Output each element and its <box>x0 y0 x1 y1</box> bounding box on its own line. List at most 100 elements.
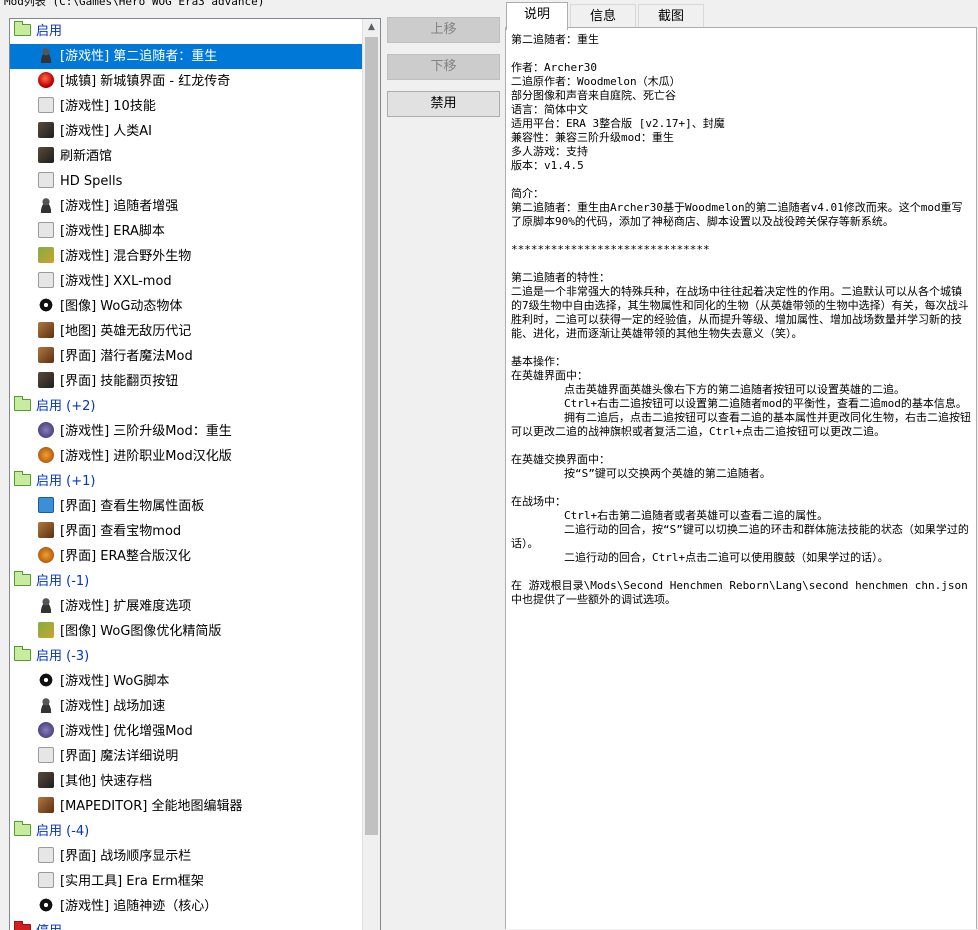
tree-item[interactable]: [界面] 战场顺序显示栏 <box>10 844 362 869</box>
tab-info[interactable]: 信息 <box>570 4 636 28</box>
description-panel[interactable]: 第二追随者：重生 作者：Archer30 二追原作者：Woodmelon（木瓜）… <box>505 27 977 929</box>
tree-item-label: [其他] 快速存档 <box>60 774 153 789</box>
tree-item[interactable]: [游戏性] WoG脚本 <box>10 669 362 694</box>
tree-group[interactable]: 停用 <box>10 919 362 930</box>
save-icon <box>38 772 54 788</box>
panel-icon <box>38 497 54 513</box>
tree-item[interactable]: [实用工具] Era Erm框架 <box>10 869 362 894</box>
tree-item[interactable]: 刷新酒馆 <box>10 144 362 169</box>
tree-item-label: [实用工具] Era Erm框架 <box>60 874 204 889</box>
folder-red-icon <box>14 921 31 930</box>
tree-item[interactable]: [图像] WoG图像优化精简版 <box>10 619 362 644</box>
tree-item[interactable]: [游戏性] XXL-mod <box>10 269 362 294</box>
eye-icon <box>38 297 54 313</box>
red-dragon-icon <box>38 72 54 88</box>
move-up-button[interactable]: 上移 <box>387 17 500 43</box>
tree-item[interactable]: [游戏性] 战场加速 <box>10 694 362 719</box>
tab-description[interactable]: 说明 <box>506 2 568 30</box>
tree-item-label: [游戏性] ERA脚本 <box>60 224 165 239</box>
tree-item[interactable]: [图像] WoG动态物体 <box>10 294 362 319</box>
tree-item[interactable]: [界面] 查看宝物mod <box>10 519 362 544</box>
tree-group-label: 启用 (-4) <box>36 824 90 839</box>
mod-list-caption: Mod列表 (C:\Games\Hero WOG Era3 advance) <box>4 0 265 8</box>
tree-item-label: [城镇] 新城镇界面 - 红龙传奇 <box>60 74 231 89</box>
eye-icon <box>38 672 54 688</box>
tree-group[interactable]: 启用 <box>10 19 362 44</box>
folder-icon <box>14 646 31 661</box>
tree-group[interactable]: 启用 (-1) <box>10 569 362 594</box>
tree-item[interactable]: [游戏性] 追随者增强 <box>10 194 362 219</box>
tree-item[interactable]: [游戏性] 进阶职业Mod汉化版 <box>10 444 362 469</box>
tavern-icon <box>38 147 54 163</box>
tree-item[interactable]: [游戏性] 追随神迹（核心） <box>10 894 362 919</box>
chronicles-icon <box>38 322 54 338</box>
tree-item[interactable]: [游戏性] ERA脚本 <box>10 219 362 244</box>
blank-icon <box>38 747 54 763</box>
tree-item[interactable]: [其他] 快速存档 <box>10 769 362 794</box>
tree-group[interactable]: 启用 (+1) <box>10 469 362 494</box>
tree-item[interactable]: [MAPEDITOR] 全能地图编辑器 <box>10 794 362 819</box>
tree-item-label: [游戏性] 战场加速 <box>60 699 166 714</box>
tree-item[interactable]: HD Spells <box>10 169 362 194</box>
tree-item[interactable]: [界面] 技能翻页按钮 <box>10 369 362 394</box>
blank-icon <box>38 97 54 113</box>
tree-item[interactable]: [游戏性] 人类AI <box>10 119 362 144</box>
creature-icon <box>38 247 54 263</box>
knight-icon <box>38 597 54 613</box>
tree-item[interactable]: [界面] 魔法详细说明 <box>10 744 362 769</box>
disable-button[interactable]: 禁用 <box>387 91 500 117</box>
tree-item[interactable]: [界面] 潜行者魔法Mod <box>10 344 362 369</box>
tab-screenshots[interactable]: 截图 <box>638 4 704 28</box>
tree-group-label: 启用 (+2) <box>36 399 96 414</box>
scroll-thumb[interactable] <box>365 37 378 835</box>
tree-item[interactable]: [界面] 查看生物属性面板 <box>10 494 362 519</box>
tree-group[interactable]: 启用 (-4) <box>10 819 362 844</box>
tree-item-label: [游戏性] WoG脚本 <box>60 674 170 689</box>
runner-icon <box>38 697 54 713</box>
tree-item-label: [图像] WoG动态物体 <box>60 299 183 314</box>
tree-scrollbar[interactable]: ▲ <box>362 19 380 930</box>
tree-item[interactable]: [地图] 英雄无敌历代记 <box>10 319 362 344</box>
tree-item[interactable]: [游戏性] 第二追随者：重生 <box>10 44 362 69</box>
tree-item[interactable]: [游戏性] 扩展难度选项 <box>10 594 362 619</box>
tree-item-label: HD Spells <box>60 174 123 189</box>
tree-item-label: 刷新酒馆 <box>60 149 113 164</box>
tree-item-label: [界面] 魔法详细说明 <box>60 749 179 764</box>
mod-tree[interactable]: 启用 [游戏性] 第二追随者：重生 [城镇] 新城镇界面 - 红龙传奇 [游戏性] 1… <box>9 18 381 930</box>
scroll-up-arrow-icon[interactable]: ▲ <box>363 19 380 36</box>
tree-item-label: [MAPEDITOR] 全能地图编辑器 <box>60 799 243 814</box>
tree-item-label: [界面] ERA整合版汉化 <box>60 549 191 564</box>
tree-item-label: [图像] WoG图像优化精简版 <box>60 624 222 639</box>
tree-item-label: [游戏性] 进阶职业Mod汉化版 <box>60 449 232 464</box>
tree-item-label: [游戏性] 优化增强Mod <box>60 724 193 739</box>
move-down-button[interactable]: 下移 <box>387 54 500 80</box>
tree-item-label: [游戏性] 扩展难度选项 <box>60 599 192 614</box>
tree-group-label: 启用 (-3) <box>36 649 90 664</box>
portrait-icon <box>38 122 54 138</box>
tree-group[interactable]: 启用 (-3) <box>10 644 362 669</box>
tree-item[interactable]: [游戏性] 10技能 <box>10 94 362 119</box>
tree-item-label: [界面] 技能翻页按钮 <box>60 374 179 389</box>
tree-item-label: [游戏性] 10技能 <box>60 99 156 114</box>
artifact-icon <box>38 522 54 538</box>
eye-icon <box>38 897 54 913</box>
tree-item[interactable]: [游戏性] 优化增强Mod <box>10 719 362 744</box>
tree-group-label: 启用 (-1) <box>36 574 90 589</box>
tree-item[interactable]: [界面] ERA整合版汉化 <box>10 544 362 569</box>
user-icon <box>38 197 54 213</box>
folder-icon <box>14 396 31 411</box>
tree-item[interactable]: [游戏性] 混合野外生物 <box>10 244 362 269</box>
blank-icon <box>38 222 54 238</box>
tree-item-label: [游戏性] 三阶升级Mod：重生 <box>60 424 232 439</box>
tree-item-label: [界面] 潜行者魔法Mod <box>60 349 193 364</box>
description-text: 第二追随者：重生 作者：Archer30 二追原作者：Woodmelon（木瓜）… <box>511 33 971 606</box>
tree-group[interactable]: 启用 (+2) <box>10 394 362 419</box>
beast-icon <box>38 722 54 738</box>
tree-item-label: [游戏性] 混合野外生物 <box>60 249 192 264</box>
era-icon <box>38 547 54 563</box>
folder-icon <box>14 821 31 836</box>
tree-group-label: 启用 <box>36 24 63 39</box>
blank-icon <box>38 872 54 888</box>
tree-item[interactable]: [游戏性] 三阶升级Mod：重生 <box>10 419 362 444</box>
tree-item[interactable]: [城镇] 新城镇界面 - 红龙传奇 <box>10 69 362 94</box>
